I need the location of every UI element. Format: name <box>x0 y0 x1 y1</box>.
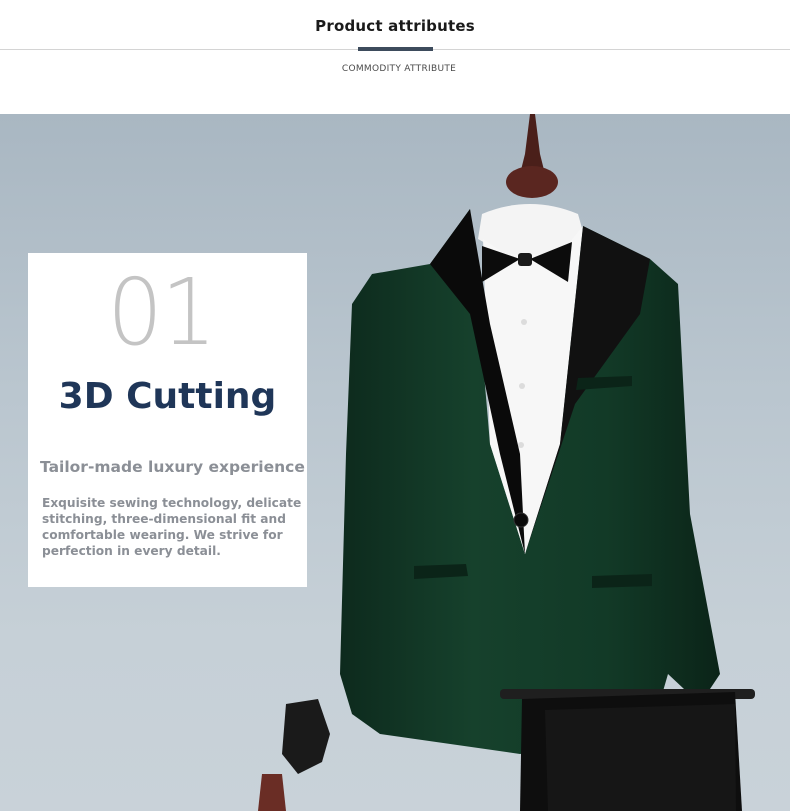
feature-card: 01 3D Cutting Tailor-made luxury experie… <box>28 253 307 587</box>
feature-subtitle: Tailor-made luxury experience <box>40 458 305 476</box>
right-pocket-flap <box>592 574 652 588</box>
trousers-fold <box>545 704 736 811</box>
shirt-button-icon <box>519 383 525 389</box>
feature-title: 3D Cutting <box>58 376 277 417</box>
section-subtitle: COMMODITY ATTRIBUTE <box>341 64 457 74</box>
jacket-button-icon <box>513 512 529 528</box>
header-accent-bar <box>358 47 433 51</box>
bow-tie-knot-icon <box>518 253 532 266</box>
section-header: Product attributes COMMODITY ATTRIBUTE <box>0 0 790 114</box>
product-photo: 01 3D Cutting Tailor-made luxury experie… <box>0 114 790 811</box>
section-title: Product attributes <box>315 17 475 35</box>
mannequin-hand-icon <box>282 699 330 774</box>
feature-number: 01 <box>107 259 216 366</box>
mannequin-top-icon <box>520 114 545 174</box>
feature-description: Exquisite sewing technology, delicate st… <box>42 496 302 558</box>
mannequin-base-icon <box>258 774 286 811</box>
mannequin-neck-icon <box>506 166 558 198</box>
shirt-button-icon <box>521 319 527 325</box>
shirt-button-icon <box>518 442 524 448</box>
